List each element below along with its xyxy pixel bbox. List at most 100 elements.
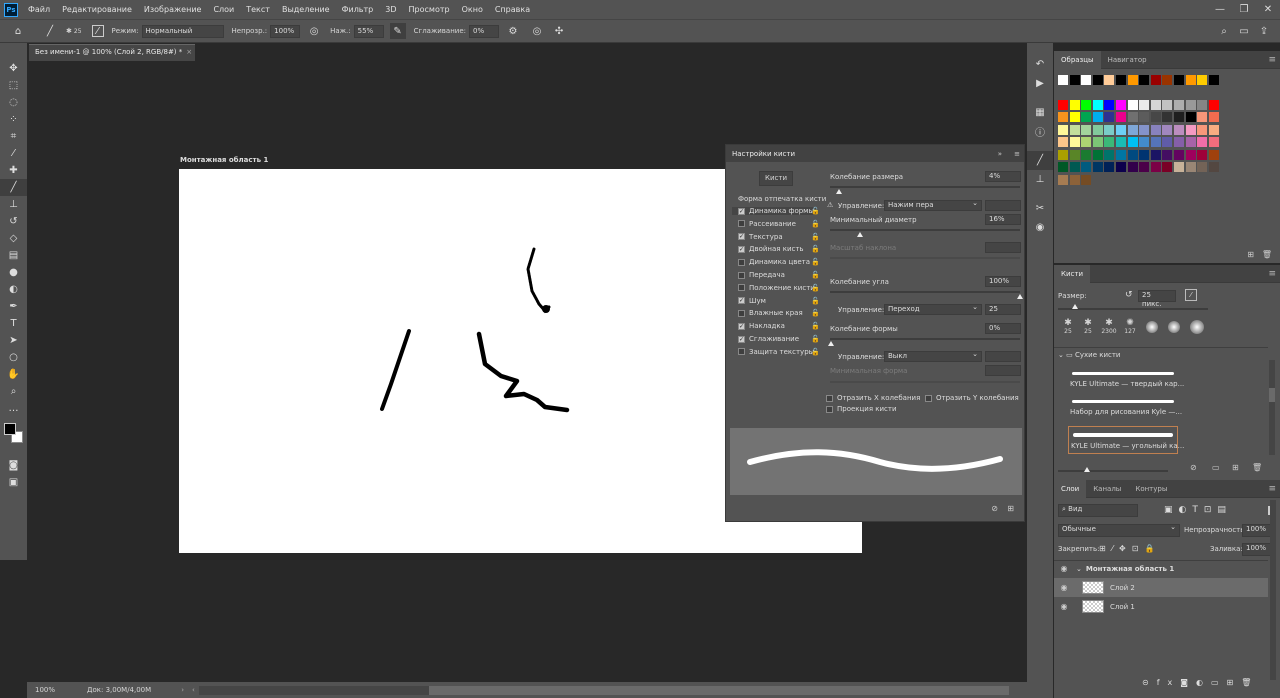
restore-icon[interactable]: ❐ — [1232, 4, 1256, 15]
color-swatch[interactable] — [1092, 137, 1103, 147]
color-swatch[interactable] — [1116, 149, 1126, 160]
color-swatch[interactable] — [1127, 99, 1138, 110]
eye-icon[interactable]: ◉ — [1056, 564, 1072, 573]
pen-tool-icon[interactable]: ✒ — [0, 298, 27, 315]
scrollbar-thumb[interactable] — [1269, 388, 1275, 402]
opacity-input[interactable]: 100% — [270, 24, 301, 38]
recent-brush-1[interactable]: ✱ 25 — [1060, 318, 1076, 335]
color-swatch[interactable] — [1104, 149, 1115, 160]
brush-option-checkbox[interactable] — [738, 220, 745, 228]
menu-help[interactable]: Справка — [489, 5, 536, 14]
tip-shape-item[interactable]: Форма отпечатка кисти — [738, 195, 826, 203]
brush-folder-row[interactable]: ⌄ ▭ Сухие кисти — [1058, 351, 1120, 359]
brush-option-row[interactable]: ✓ Накладка — [738, 322, 785, 330]
foreground-color-swatch[interactable] — [4, 423, 16, 435]
color-swatch[interactable] — [1069, 137, 1080, 147]
smoothing-input[interactable]: 0% — [469, 24, 500, 38]
control2-select[interactable]: Переход — [884, 303, 982, 315]
recent-brush-3[interactable]: ✱ 2300 — [1100, 318, 1118, 335]
layers-scrollbar[interactable] — [1270, 500, 1276, 680]
layer-group-row[interactable]: ◉ ⌄ Монтажная область 1 — [1054, 559, 1268, 578]
type-tool-icon[interactable]: T — [0, 315, 27, 332]
quick-select-tool-icon[interactable]: ⁘ — [0, 111, 27, 128]
color-swatch[interactable] — [1116, 112, 1126, 122]
close-icon[interactable]: ✕ — [1256, 4, 1280, 15]
color-swatch[interactable] — [1162, 162, 1173, 172]
clone-source-icon[interactable]: ⊥ — [1027, 170, 1053, 189]
minimize-icon[interactable]: — — [1208, 4, 1232, 15]
soft-brush-preview-2[interactable] — [1168, 321, 1180, 333]
layer-name[interactable]: Слой 2 — [1110, 584, 1135, 592]
color-swatch[interactable] — [1116, 137, 1126, 147]
history-brush-tool-icon[interactable]: ↺ — [0, 213, 27, 230]
color-swatch[interactable] — [1139, 75, 1150, 85]
color-swatch[interactable] — [1162, 149, 1173, 160]
mode-select[interactable]: Нормальный — [141, 24, 224, 38]
color-swatch[interactable] — [1174, 75, 1184, 85]
pressure-opacity-icon[interactable]: ◎ — [306, 23, 322, 39]
brush-tool-active-icon[interactable]: ╱ — [0, 179, 27, 196]
info-icon[interactable]: ⓘ — [1027, 122, 1053, 141]
quick-mask-icon[interactable]: ◙ — [0, 457, 27, 474]
menu-file[interactable]: Файл — [22, 5, 56, 14]
lock-icon[interactable]: 🔓 — [811, 284, 820, 292]
chevron-down-icon[interactable]: ⌄ — [1076, 565, 1082, 573]
color-swatch[interactable] — [1081, 174, 1092, 185]
brush-list-item-2[interactable]: Набор для рисования Kyle —... — [1068, 392, 1182, 418]
brush-list-item-3-selected[interactable]: KYLE Ultimate — угольный ка... — [1068, 426, 1184, 454]
color-swatch[interactable] — [1069, 174, 1080, 185]
color-swatch[interactable] — [1150, 137, 1161, 147]
size-jitter-knob[interactable] — [836, 189, 842, 194]
brush-option-row[interactable]: Влажные края — [738, 309, 803, 317]
color-swatch[interactable] — [1127, 137, 1138, 147]
color-swatch[interactable] — [1116, 75, 1126, 85]
roundness-jitter-slider[interactable] — [828, 338, 1020, 346]
color-swatch[interactable] — [1208, 99, 1219, 110]
brush-option-checkbox[interactable]: ✓ — [738, 297, 745, 305]
roundness-jitter-input[interactable]: 0% — [985, 323, 1021, 334]
color-swatch[interactable] — [1104, 75, 1115, 85]
clone-stamp-tool-icon[interactable]: ⊥ — [0, 196, 27, 213]
color-swatch[interactable] — [1104, 162, 1115, 172]
color-swatch[interactable] — [1185, 162, 1196, 172]
toggle-visibility-icon[interactable]: ⊘ — [1190, 463, 1197, 472]
gradient-tool-icon[interactable]: ▤ — [0, 247, 27, 264]
color-swatch[interactable] — [1069, 162, 1080, 172]
color-swatch[interactable] — [1174, 112, 1184, 122]
move-tool-icon[interactable]: ✥ — [0, 60, 27, 77]
lock-icon[interactable]: 🔓 — [811, 220, 820, 228]
angle-jitter-knob[interactable] — [1017, 294, 1023, 299]
color-swatch[interactable] — [1081, 149, 1092, 160]
brush-settings-strip-icon[interactable]: ╱ — [1027, 151, 1053, 170]
layers-footer-icons[interactable]: ⊝fx◙◐▭⊞🗑 — [1142, 678, 1259, 687]
color-swatch[interactable] — [1185, 112, 1196, 122]
color-swatch[interactable] — [1197, 137, 1208, 147]
color-swatch[interactable] — [1150, 99, 1161, 110]
brush-option-checkbox[interactable]: ✓ — [738, 322, 745, 330]
color-swatch[interactable] — [1174, 124, 1184, 135]
menu-window[interactable]: Окно — [456, 5, 489, 14]
color-swatch[interactable] — [1197, 112, 1208, 122]
color-swatch[interactable] — [1081, 124, 1092, 135]
thumb-size-slider[interactable] — [1058, 467, 1168, 472]
tab-brushes[interactable]: Кисти — [1054, 264, 1090, 283]
tool-presets-icon[interactable]: ✂ — [1027, 199, 1053, 218]
lock-icon[interactable]: 🔓 — [811, 335, 820, 343]
new-swatch-icon[interactable]: ⊞ — [1247, 250, 1254, 259]
brushes-button[interactable]: Кисти — [759, 171, 793, 186]
angle-icon[interactable]: ◎ — [529, 23, 545, 39]
tab-layers[interactable]: Слои — [1054, 479, 1087, 498]
layer-row-selected[interactable]: ◉ Слой 2 — [1054, 578, 1268, 597]
color-swatch[interactable] — [1174, 99, 1184, 110]
control3-select[interactable]: Выкл — [884, 350, 982, 362]
color-swatch[interactable] — [1069, 124, 1080, 135]
menu-filter[interactable]: Фильтр — [336, 5, 380, 14]
color-swatch[interactable] — [1127, 149, 1138, 160]
eraser-tool-icon[interactable]: ◇ — [0, 230, 27, 247]
menu-edit[interactable]: Редактирование — [56, 5, 138, 14]
flip-y-option[interactable]: Отразить Y колебания — [925, 394, 1019, 402]
color-swatch[interactable] — [1127, 124, 1138, 135]
brush-option-checkbox[interactable]: ✓ — [738, 233, 745, 241]
properties-icon[interactable]: ▦ — [1027, 103, 1053, 122]
brush-option-row[interactable]: ✓ Двойная кисть — [738, 245, 804, 253]
